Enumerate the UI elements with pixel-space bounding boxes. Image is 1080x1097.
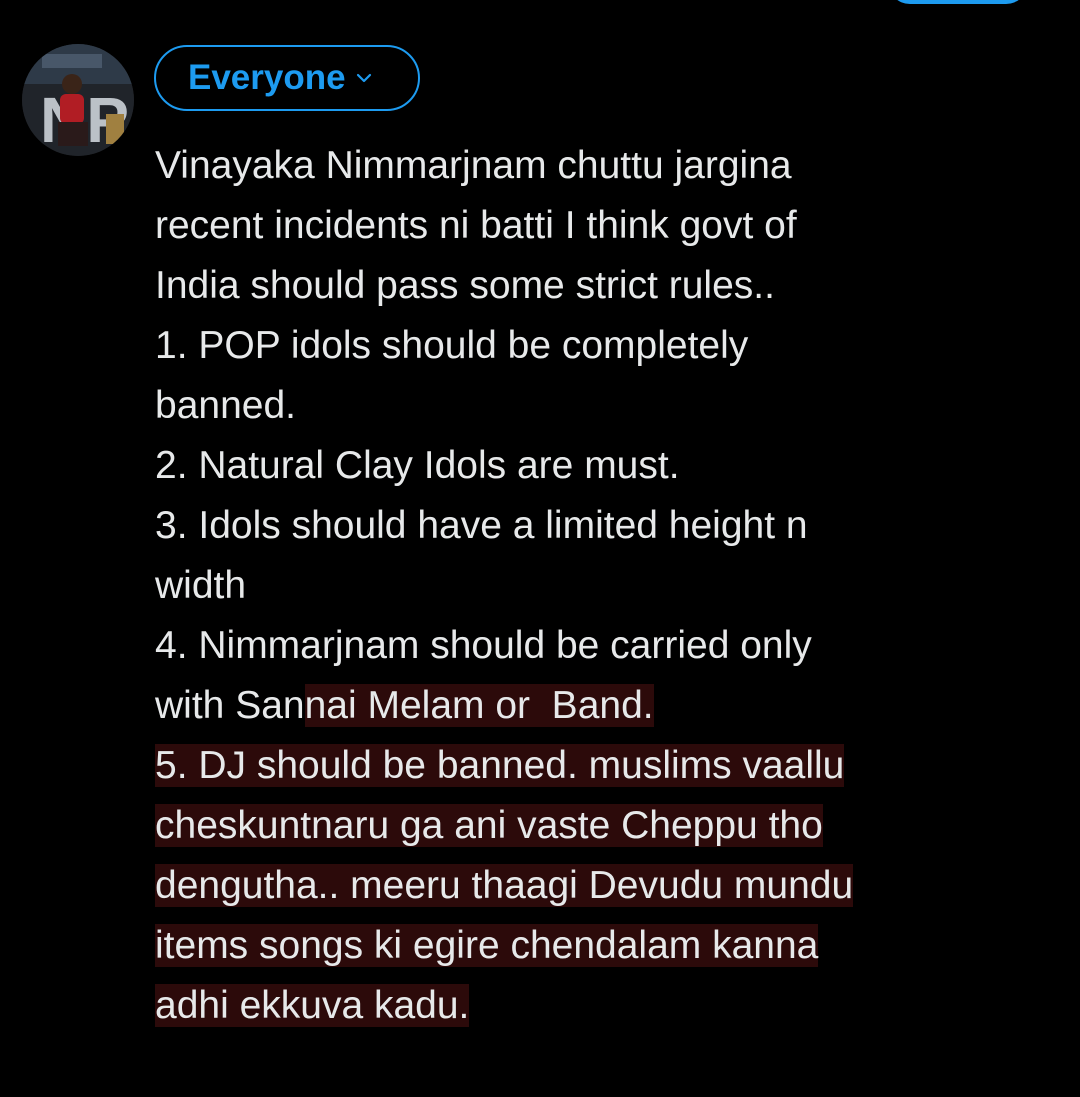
tweet-line: India should pass some strict rules..: [155, 256, 1065, 316]
avatar[interactable]: NP: [22, 44, 134, 156]
tweet-line: cheskuntnaru ga ani vaste Cheppu tho: [155, 796, 1065, 856]
tweet-line-text: India should pass some strict rules..: [155, 264, 775, 307]
tweet-line: items songs ki egire chendalam kanna: [155, 916, 1065, 976]
tweet-line-text: recent incidents ni batti I think govt o…: [155, 204, 797, 247]
tweet-line: width: [155, 556, 1065, 616]
highlighted-overflow-text: nai Melam or Band.: [304, 684, 654, 727]
user-avatar-image: NP: [22, 44, 134, 156]
tweet-line: 3. Idols should have a limited height n: [155, 496, 1065, 556]
tweet-line: 1. POP idols should be completely: [155, 316, 1065, 376]
audience-selector-button[interactable]: Everyone: [154, 45, 420, 111]
audience-label: Everyone: [188, 58, 346, 97]
tweet-line: banned.: [155, 376, 1065, 436]
tweet-text-input[interactable]: Vinayaka Nimmarjnam chuttu jargina recent…: [155, 136, 1065, 1036]
highlighted-overflow-text: adhi ekkuva kadu.: [155, 984, 470, 1027]
highlighted-overflow-text: 5. DJ should be banned. muslims vaallu: [155, 744, 845, 787]
compose-screen: NP Everyone Vinayaka Nimmarjnam chuttu j…: [0, 0, 1080, 1097]
tweet-line: recent incidents ni batti I think govt o…: [155, 196, 1065, 256]
tweet-line-text: with San: [155, 684, 305, 727]
tweet-line: Vinayaka Nimmarjnam chuttu jargina: [155, 136, 1065, 196]
tweet-line: dengutha.. meeru thaagi Devudu mundu: [155, 856, 1065, 916]
tweet-line: adhi ekkuva kadu.: [155, 976, 1065, 1036]
tweet-line: 2. Natural Clay Idols are must.: [155, 436, 1065, 496]
tweet-line-text: 3. Idols should have a limited height n: [155, 504, 808, 547]
tweet-line: with Sannai Melam or Band.: [155, 676, 1065, 736]
tweet-line-text: 1. POP idols should be completely: [155, 324, 749, 367]
tweet-line-text: Vinayaka Nimmarjnam chuttu jargina: [155, 144, 792, 187]
tweet-line-text: width: [155, 564, 247, 607]
post-button-edge[interactable]: [888, 0, 1028, 4]
tweet-line-text: 4. Nimmarjnam should be carried only: [155, 624, 812, 667]
chevron-down-icon: [356, 72, 372, 84]
tweet-line: 4. Nimmarjnam should be carried only: [155, 616, 1065, 676]
tweet-line-text: banned.: [155, 384, 296, 427]
tweet-line: 5. DJ should be banned. muslims vaallu: [155, 736, 1065, 796]
highlighted-overflow-text: items songs ki egire chendalam kanna: [155, 924, 819, 967]
highlighted-overflow-text: dengutha.. meeru thaagi Devudu mundu: [155, 864, 854, 907]
highlighted-overflow-text: cheskuntnaru ga ani vaste Cheppu tho: [155, 804, 823, 847]
tweet-line-text: 2. Natural Clay Idols are must.: [155, 444, 680, 487]
